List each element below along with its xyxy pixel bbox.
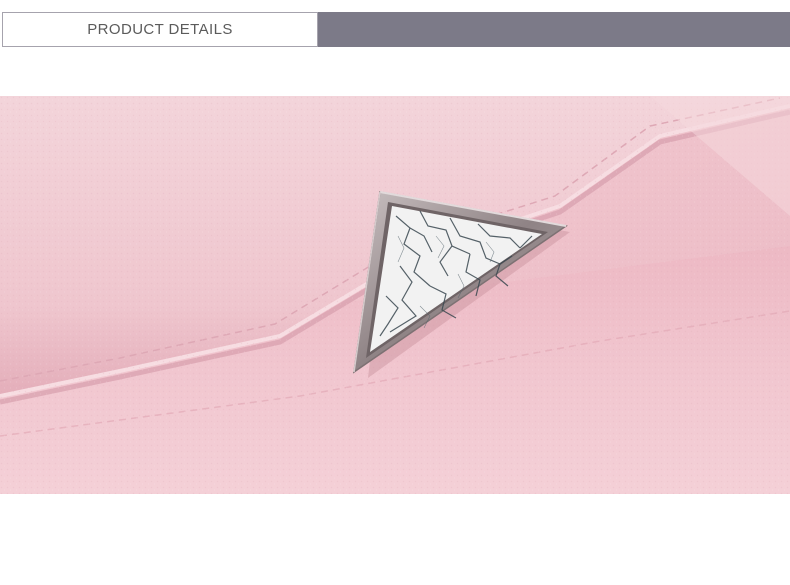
section-title: PRODUCT DETAILS (87, 21, 233, 38)
product-photo (0, 96, 790, 494)
section-header-bar (318, 12, 790, 47)
section-header-label-box: PRODUCT DETAILS (2, 12, 318, 47)
section-header: PRODUCT DETAILS (0, 12, 790, 47)
product-photo-illustration (0, 96, 790, 494)
